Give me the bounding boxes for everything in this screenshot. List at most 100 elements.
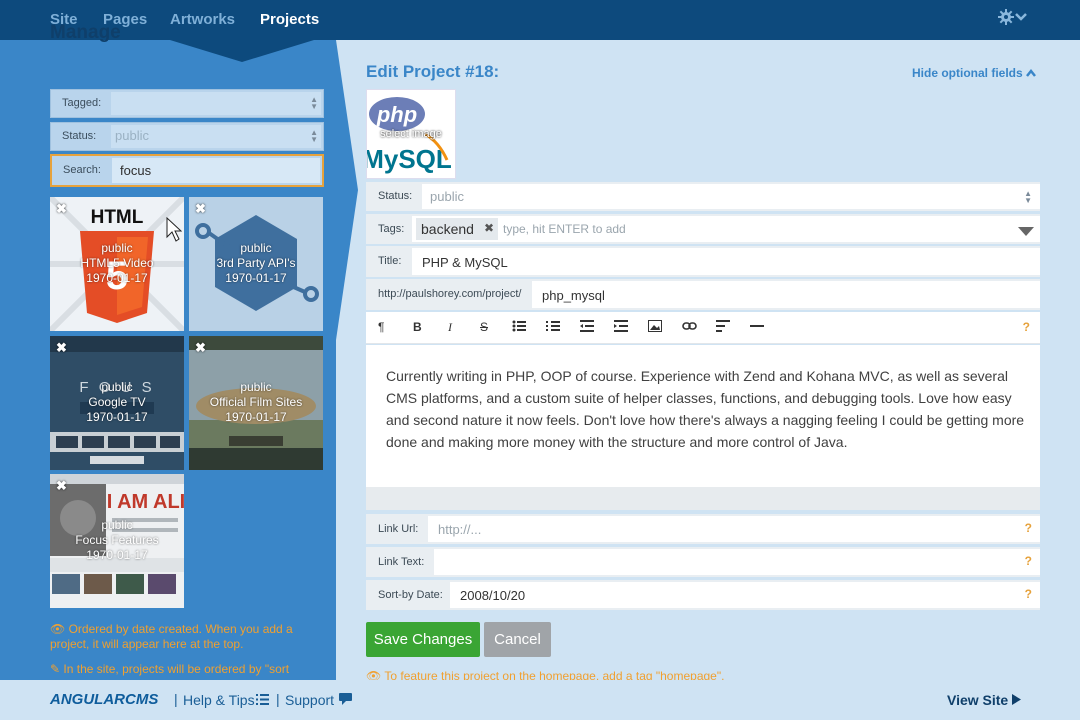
title-label: Title: <box>378 255 402 267</box>
select-arrows-icon: ▲ ▼ <box>1024 189 1032 205</box>
mouse-cursor-icon <box>166 217 182 242</box>
status-select[interactable] <box>422 184 1040 209</box>
editor-toolbar: ¶ B I S ? <box>366 312 1040 344</box>
paragraph-icon[interactable]: ¶ <box>378 320 384 334</box>
tag-chip-label: backend <box>421 221 474 237</box>
comment-icon[interactable] <box>339 692 352 708</box>
link-text-row: Link Text: ? <box>366 547 1040 577</box>
remove-icon[interactable]: ✖ <box>195 201 206 217</box>
play-arrow-icon <box>1012 692 1022 708</box>
tile-title: Official Film Sites <box>209 395 303 409</box>
svg-text:HTML: HTML <box>91 207 144 228</box>
tile-title: 3rd Party API's <box>216 256 296 270</box>
sort-tip: ✎ In the site, projects will be ordered … <box>50 662 320 677</box>
order-tip: 👁 Ordered by date created. When you add … <box>50 622 320 652</box>
project-tile[interactable]: ✖ public Official Film Sites 1970-01-17 <box>189 336 323 470</box>
remove-icon[interactable]: ✖ <box>56 340 67 356</box>
link-text-input[interactable] <box>434 549 1040 575</box>
search-filter[interactable]: Search: focus <box>50 154 324 187</box>
tile-info: public HTML5 Video 1970-01-17 <box>50 241 184 286</box>
tile-title: Focus Features <box>75 533 159 547</box>
tagged-label: Tagged: <box>62 97 102 109</box>
gear-icon <box>998 9 1014 25</box>
title-value: PHP & MySQL <box>422 255 508 270</box>
horizontal-rule-icon[interactable] <box>750 320 764 335</box>
project-tile[interactable]: ✖ public 3rd Party API's 1970-01-17 <box>189 197 323 331</box>
project-tile[interactable]: I AM ALI ✖ public Focus Features 1970-01… <box>50 474 184 608</box>
edit-title: Edit Project #18: <box>366 62 500 81</box>
tile-date: 1970-01-17 <box>225 410 287 424</box>
help-icon[interactable]: ? <box>1023 320 1030 334</box>
remove-tag-icon[interactable]: ✖ <box>484 221 494 235</box>
remove-icon[interactable]: ✖ <box>56 201 67 217</box>
status-value: public <box>430 189 464 204</box>
body-editor[interactable]: Currently writing in PHP, OOP of course.… <box>366 345 1040 487</box>
title-row: Title: PHP & MySQL <box>366 246 1040 277</box>
settings-gear-icon[interactable] <box>998 9 1028 29</box>
tile-info: public 3rd Party API's 1970-01-17 <box>189 241 323 286</box>
tagged-filter[interactable]: Tagged: ▲ ▼ <box>50 89 324 118</box>
bold-icon[interactable]: B <box>413 320 422 334</box>
tile-status: public <box>101 241 133 255</box>
project-tile[interactable]: HTML 5 ✖ public HTML5 Video 1970-01-17 <box>50 197 184 331</box>
save-changes-button[interactable]: Save Changes <box>366 622 480 657</box>
sort-date-input[interactable] <box>450 582 1040 608</box>
select-arrows-icon: ▲ ▼ <box>310 128 318 144</box>
chevron-down-icon <box>1015 12 1027 25</box>
separator: | <box>276 691 280 707</box>
order-tip-text: Ordered by date created. When you add a … <box>50 622 293 651</box>
help-tips-link[interactable]: Help & Tips <box>183 692 255 708</box>
sort-date-value: 2008/10/20 <box>460 588 526 603</box>
help-icon[interactable]: ? <box>1025 587 1032 601</box>
link-icon[interactable] <box>682 320 697 334</box>
indent-icon[interactable] <box>614 320 628 335</box>
support-link[interactable]: Support <box>285 692 334 708</box>
hide-optional-fields-link[interactable]: Hide optional fields <box>912 66 1036 80</box>
select-image-label[interactable]: select image <box>367 128 455 140</box>
angularcms-logo[interactable]: ANGULARCMS <box>50 691 158 708</box>
strikethrough-icon[interactable]: S <box>480 320 488 334</box>
eye-icon: 👁 <box>50 622 69 636</box>
link-url-label: Link Url: <box>378 523 419 535</box>
sort-date-row: Sort-by Date: 2008/10/20 ? <box>366 580 1040 610</box>
link-url-input[interactable] <box>428 516 1040 542</box>
separator: | <box>174 691 178 707</box>
tags-dropdown-icon[interactable] <box>1018 224 1034 242</box>
outdent-icon[interactable] <box>580 320 594 335</box>
tags-label: Tags: <box>378 223 405 235</box>
cancel-button[interactable]: Cancel <box>484 622 551 657</box>
tile-date: 1970-01-17 <box>86 548 148 562</box>
link-text-label: Link Text: <box>378 556 425 568</box>
italic-icon[interactable]: I <box>448 320 452 335</box>
svg-text:I AM ALI: I AM ALI <box>107 491 184 513</box>
status-label: Status: <box>62 130 97 142</box>
numbered-list-icon[interactable] <box>546 320 560 335</box>
remove-icon[interactable]: ✖ <box>56 478 67 494</box>
view-site-link[interactable]: View Site <box>947 692 1022 708</box>
project-image[interactable]: php MySQL select image <box>366 89 456 179</box>
help-icon[interactable]: ? <box>1025 521 1032 535</box>
tile-status: public <box>101 380 133 394</box>
status-filter[interactable]: Status: public ▲ ▼ <box>50 122 324 151</box>
status-label: Status: <box>378 190 413 202</box>
bullet-list-icon[interactable] <box>512 320 526 335</box>
image-icon[interactable] <box>648 320 662 335</box>
body-text: Currently writing in PHP, OOP of course.… <box>386 368 1025 450</box>
align-left-icon[interactable] <box>716 320 730 335</box>
sort-date-label: Sort-by Date: <box>378 589 443 601</box>
tags-row: Tags: backend ✖ type, hit ENTER to add <box>366 214 1040 244</box>
tile-status: public <box>240 380 272 394</box>
tile-date: 1970-01-17 <box>225 271 287 285</box>
svg-text:php: php <box>376 102 417 127</box>
project-tile[interactable]: F O U S ✖ public Google TV 1970-01-17 <box>50 336 184 470</box>
select-arrows-icon: ▲ ▼ <box>310 95 318 111</box>
url-slug-input[interactable] <box>532 281 1040 308</box>
tagged-select[interactable] <box>111 92 321 115</box>
remove-icon[interactable]: ✖ <box>195 340 206 356</box>
nav-artworks[interactable]: Artworks <box>170 11 235 28</box>
list-icon[interactable] <box>256 692 269 708</box>
panel-arrow <box>336 40 358 340</box>
url-slug-value: php_mysql <box>542 288 605 303</box>
nav-projects[interactable]: Projects <box>260 11 319 28</box>
help-icon[interactable]: ? <box>1025 554 1032 568</box>
